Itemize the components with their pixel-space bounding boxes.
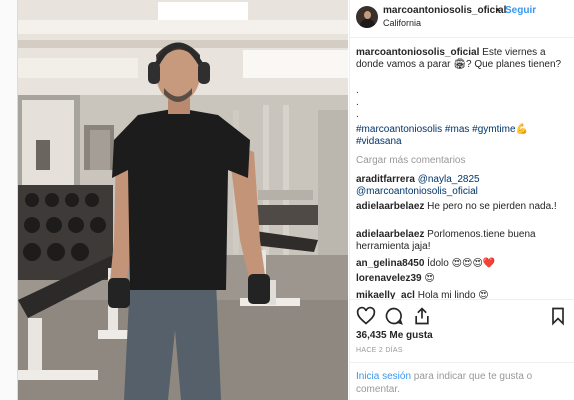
load-more-comments[interactable]: Cargar más comentarios	[356, 155, 566, 167]
post-modal: marcoantoniosolis_oficial • Seguir Calif…	[17, 0, 574, 400]
comment-username[interactable]: adielaarbelaez	[356, 201, 424, 212]
comment-username[interactable]: an_gelina8450	[356, 258, 424, 269]
comment-item: adielaarbelaez Porlomenos.tiene buena he…	[356, 229, 566, 253]
hashtag-links-2[interactable]: #vidasana	[356, 136, 402, 147]
comment-mention[interactable]: @marcoantoniosolis_oficial	[356, 186, 478, 197]
likes-count[interactable]: 36,435 Me gusta	[356, 330, 433, 341]
comment-icon[interactable]	[384, 306, 404, 326]
comment-username[interactable]: mikaelly_acl	[356, 290, 415, 299]
login-prompt: Inicia sesión para indicar que te gusta …	[350, 362, 574, 400]
share-icon[interactable]	[412, 306, 432, 326]
flexed-biceps-emoji: 💪	[515, 124, 528, 135]
caption-text-2: ? Que planes tienen?	[466, 59, 562, 70]
header-separator: •	[496, 5, 500, 16]
comments-list[interactable]: marcoantoniosolis_oficial Este viernes a…	[356, 47, 568, 299]
comment-item: mikaelly_acl Hola mi lindo 😍	[356, 290, 566, 299]
caption-username[interactable]: marcoantoniosolis_oficial	[356, 47, 479, 58]
follow-button[interactable]: Seguir	[505, 5, 536, 16]
heart-icon[interactable]	[356, 306, 376, 326]
caption-emoji: 🏟	[453, 59, 466, 70]
location-link[interactable]: California	[383, 18, 421, 28]
caption-dot-2: .	[356, 97, 359, 108]
comment-item: araditfarrera @nayla_2825 @marcoantonios…	[356, 174, 566, 198]
comment-item: lorenavelez39 😍	[356, 273, 566, 285]
avatar[interactable]	[356, 6, 378, 28]
caption: marcoantoniosolis_oficial Este viernes a…	[356, 47, 566, 71]
action-bar	[350, 299, 574, 333]
header-username[interactable]: marcoantoniosolis_oficial	[383, 5, 506, 16]
caption-dot-3: .	[356, 109, 359, 120]
gym-photo-image	[18, 0, 348, 400]
post-sidebar: marcoantoniosolis_oficial • Seguir Calif…	[349, 0, 574, 400]
post-timestamp: HACE 2 DÍAS	[356, 347, 403, 354]
caption-hashtags: #marcoantoniosolis #mas #gymtime💪 #vidas…	[356, 124, 566, 148]
comment-username[interactable]: lorenavelez39	[356, 273, 422, 284]
comment-mention[interactable]: @nayla_2825	[418, 174, 480, 185]
post-photo[interactable]	[18, 0, 348, 400]
comment-text: Ídolo 😍😍😍❤️	[427, 258, 496, 269]
bookmark-icon[interactable]	[548, 306, 568, 326]
login-link[interactable]: Inicia sesión	[356, 371, 411, 382]
comment-text: He pero no se pierden nada.!	[427, 201, 557, 212]
page: marcoantoniosolis_oficial • Seguir Calif…	[0, 0, 574, 400]
comment-text: Hola mi lindo 😍	[417, 290, 489, 299]
post-header: marcoantoniosolis_oficial • Seguir Calif…	[350, 0, 574, 38]
comment-text: 😍	[424, 273, 435, 284]
comment-item: adielaarbelaez He pero no se pierden nad…	[356, 201, 566, 213]
comment-username[interactable]: araditfarrera	[356, 174, 415, 185]
hashtag-links-1[interactable]: #marcoantoniosolis #mas #gymtime	[356, 124, 516, 135]
comment-username[interactable]: adielaarbelaez	[356, 229, 424, 240]
caption-dot-1: .	[356, 85, 359, 96]
comment-item: an_gelina8450 Ídolo 😍😍😍❤️	[356, 258, 566, 270]
